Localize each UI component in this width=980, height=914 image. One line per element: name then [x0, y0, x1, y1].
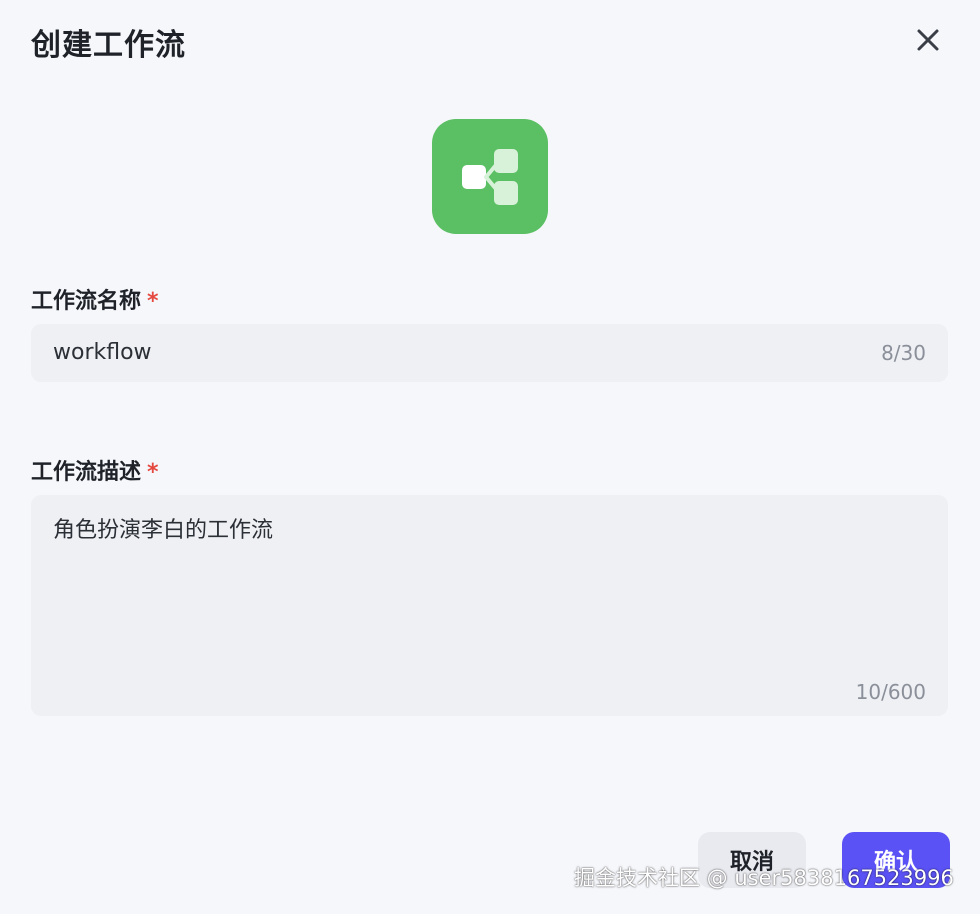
workflow-description-counter: 10/600 [855, 680, 926, 704]
workflow-name-input[interactable]: workflow 8/30 [31, 324, 948, 382]
workflow-name-label: 工作流名称 * [31, 283, 159, 315]
dialog-title: 创建工作流 [31, 28, 186, 63]
workflow-name-counter: 8/30 [881, 341, 926, 365]
create-workflow-dialog: 创建工作流 工作流名称 * workflow 8/30 工作流描述 * 角色扮演李白… [0, 0, 980, 914]
workflow-icon [462, 148, 518, 205]
workflow-name-label-text: 工作流名称 [31, 289, 142, 314]
required-mark: * [147, 460, 159, 485]
workflow-name-value: workflow [53, 340, 152, 365]
workflow-description-label: 工作流描述 * [31, 454, 159, 486]
close-icon [917, 29, 939, 51]
workflow-avatar[interactable] [432, 119, 548, 234]
required-mark: * [147, 289, 159, 314]
watermark: 掘金技术社区 @ user5838167523996 [574, 866, 954, 890]
workflow-description-label-text: 工作流描述 [31, 460, 142, 485]
workflow-description-textarea[interactable]: 角色扮演李白的工作流 10/600 [31, 495, 948, 716]
workflow-description-value: 角色扮演李白的工作流 [53, 518, 274, 543]
close-button[interactable] [910, 22, 946, 58]
